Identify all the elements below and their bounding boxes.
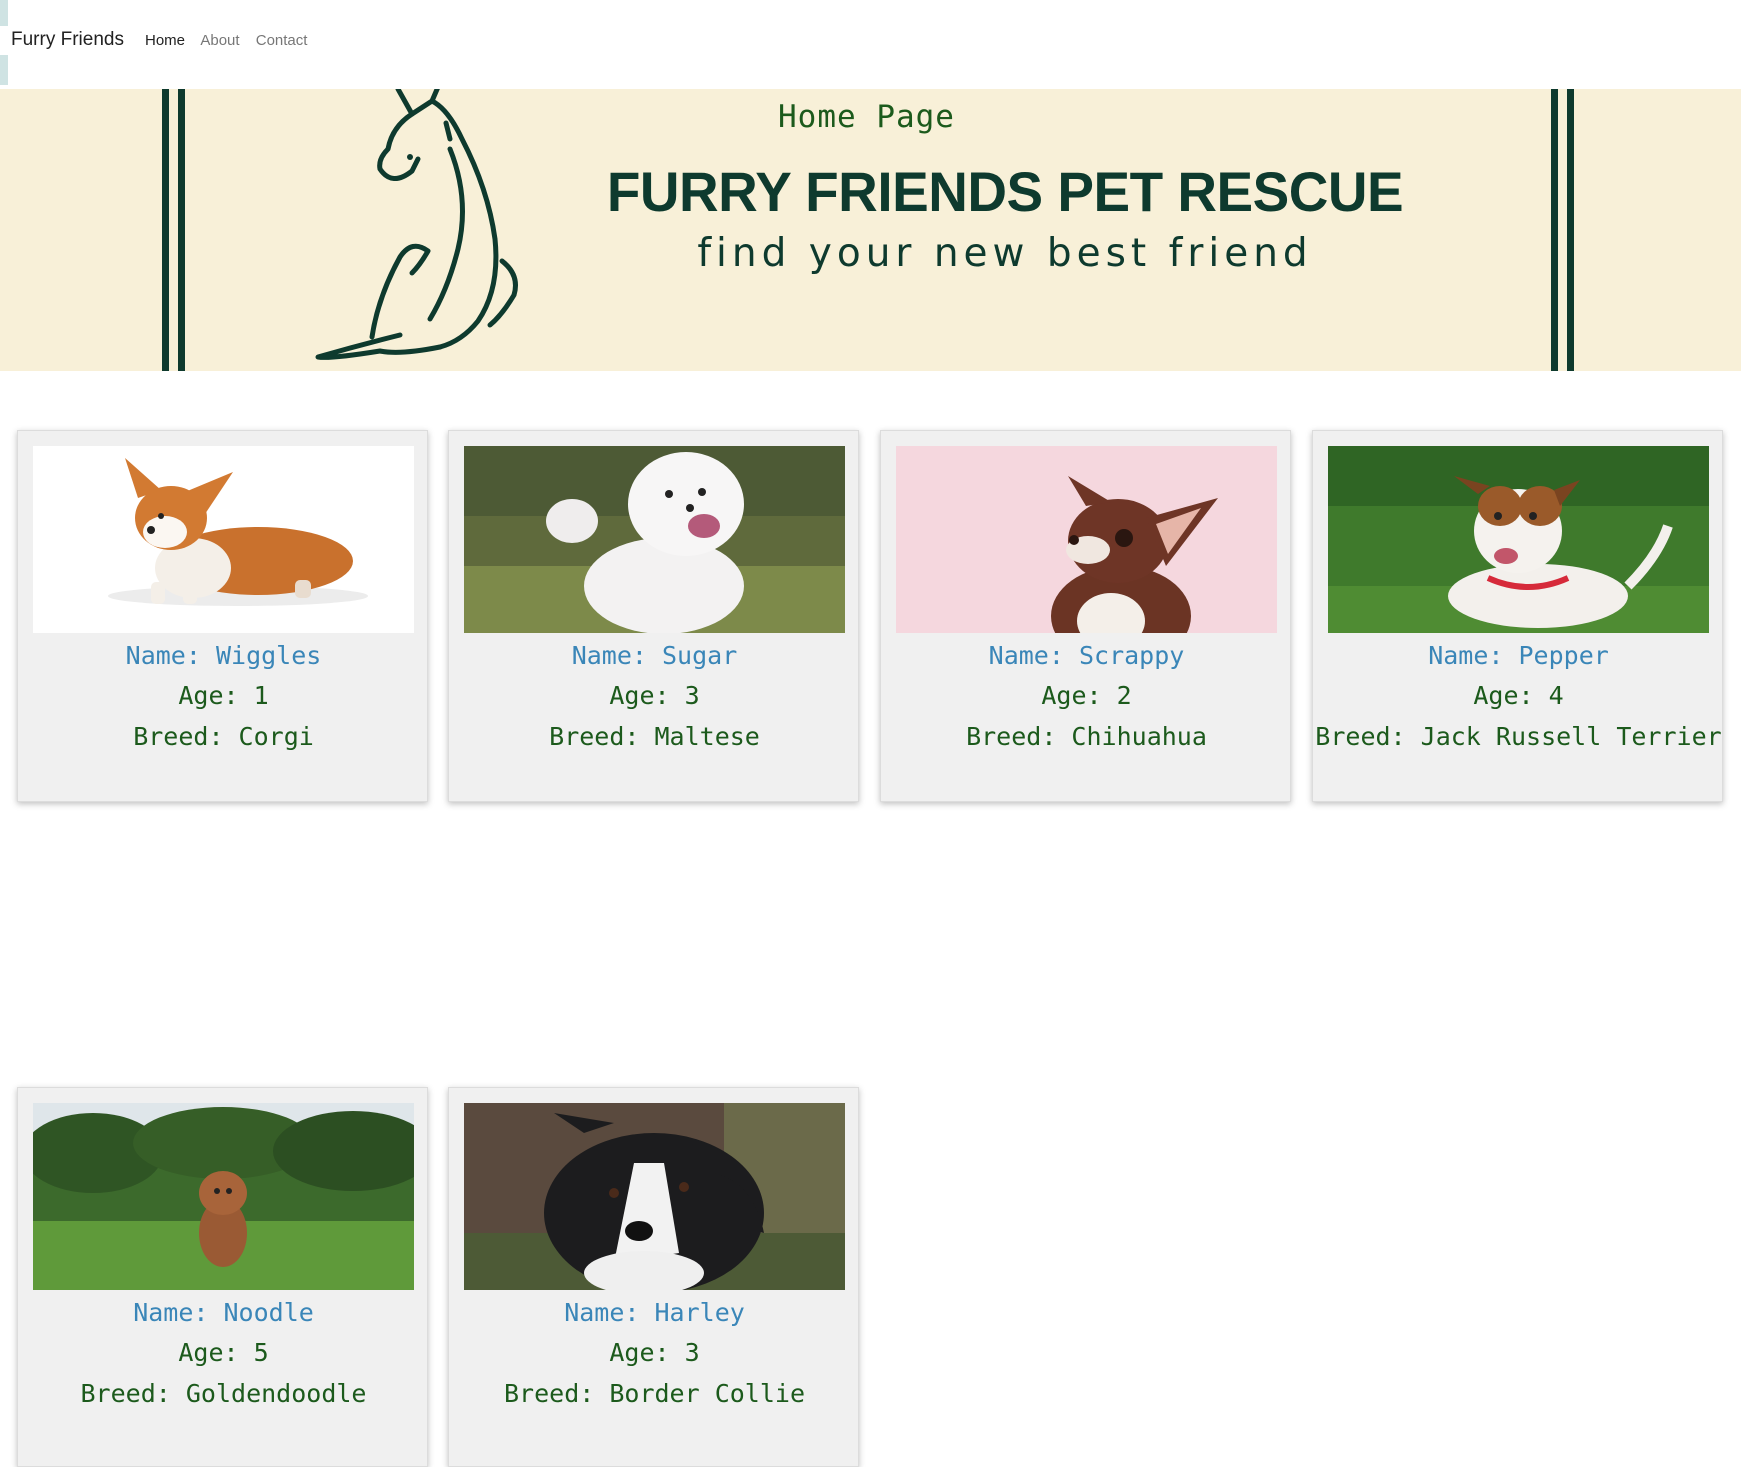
pet-name: Name: Scrappy	[988, 641, 1185, 670]
nav-accent-bar	[0, 55, 8, 85]
nav-link-home[interactable]: Home	[145, 32, 185, 49]
pet-name: Name: Noodle	[133, 1298, 314, 1327]
pet-breed: Breed: Maltese	[549, 722, 760, 751]
pet-breed: Breed: Chihuahua	[966, 722, 1207, 751]
pet-info: Name: Sugar Age: 3 Breed: Maltese	[449, 636, 860, 753]
page-subtitle: Home Page	[778, 99, 955, 135]
nav-accent-bar	[0, 0, 8, 26]
pet-breed: Breed: Goldendoodle	[80, 1379, 367, 1408]
pet-breed: Breed: Border Collie	[503, 1379, 806, 1408]
brand-link[interactable]: Furry Friends	[11, 29, 124, 51]
pet-age: Age: 2	[1041, 681, 1132, 710]
pet-name: Name: Pepper	[1428, 641, 1609, 670]
pet-breed: Breed: Jack Russell Terrier	[1315, 722, 1722, 751]
banner-title: FURRY FRIENDS PET RESCUE	[606, 160, 1404, 223]
nav-link-contact[interactable]: Contact	[256, 32, 308, 49]
pet-photo	[1328, 446, 1709, 633]
pet-photo	[33, 1103, 414, 1290]
nav-link-about[interactable]: About	[200, 32, 239, 49]
banner-tagline: find your new best friend	[697, 231, 1313, 276]
pet-card[interactable]: Name: Sugar Age: 3 Breed: Maltese	[448, 430, 859, 802]
pet-card[interactable]: Name: Harley Age: 3 Breed: Border Collie	[448, 1087, 859, 1467]
pet-card[interactable]: Name: Noodle Age: 5 Breed: Goldendoodle	[17, 1087, 428, 1467]
pet-info: Name: Wiggles Age: 1 Breed: Corgi	[18, 636, 429, 753]
pet-name: Name: Wiggles	[125, 641, 322, 670]
pet-info: Name: Noodle Age: 5 Breed: Goldendoodle	[18, 1293, 429, 1410]
pet-info: Name: Pepper Age: 4 Breed: Jack Russell …	[1313, 636, 1724, 753]
pet-info: Name: Harley Age: 3 Breed: Border Collie	[449, 1293, 860, 1410]
pet-photo	[464, 446, 845, 633]
pet-age: Age: 5	[178, 1338, 269, 1367]
pet-breed: Breed: Corgi	[133, 722, 314, 751]
hero-banner: Home Page FURRY FRIENDS PET RESCUE find …	[0, 89, 1741, 371]
pet-card[interactable]: Name: Wiggles Age: 1 Breed: Corgi	[17, 430, 428, 802]
pet-name: Name: Sugar	[571, 641, 738, 670]
pet-name: Name: Harley	[564, 1298, 745, 1327]
pet-age: Age: 3	[609, 1338, 700, 1367]
pet-age: Age: 1	[178, 681, 269, 710]
pet-age: Age: 4	[1473, 681, 1564, 710]
pet-age: Age: 3	[609, 681, 700, 710]
pet-card[interactable]: Name: Pepper Age: 4 Breed: Jack Russell …	[1312, 430, 1723, 802]
pet-photo	[33, 446, 414, 633]
pet-card[interactable]: Name: Scrappy Age: 2 Breed: Chihuahua	[880, 430, 1291, 802]
pet-photo	[896, 446, 1277, 633]
nav-links: Home About Contact	[145, 32, 319, 49]
navbar: Furry Friends Home About Contact	[0, 0, 1741, 89]
pet-photo	[464, 1103, 845, 1290]
pet-info: Name: Scrappy Age: 2 Breed: Chihuahua	[881, 636, 1292, 753]
